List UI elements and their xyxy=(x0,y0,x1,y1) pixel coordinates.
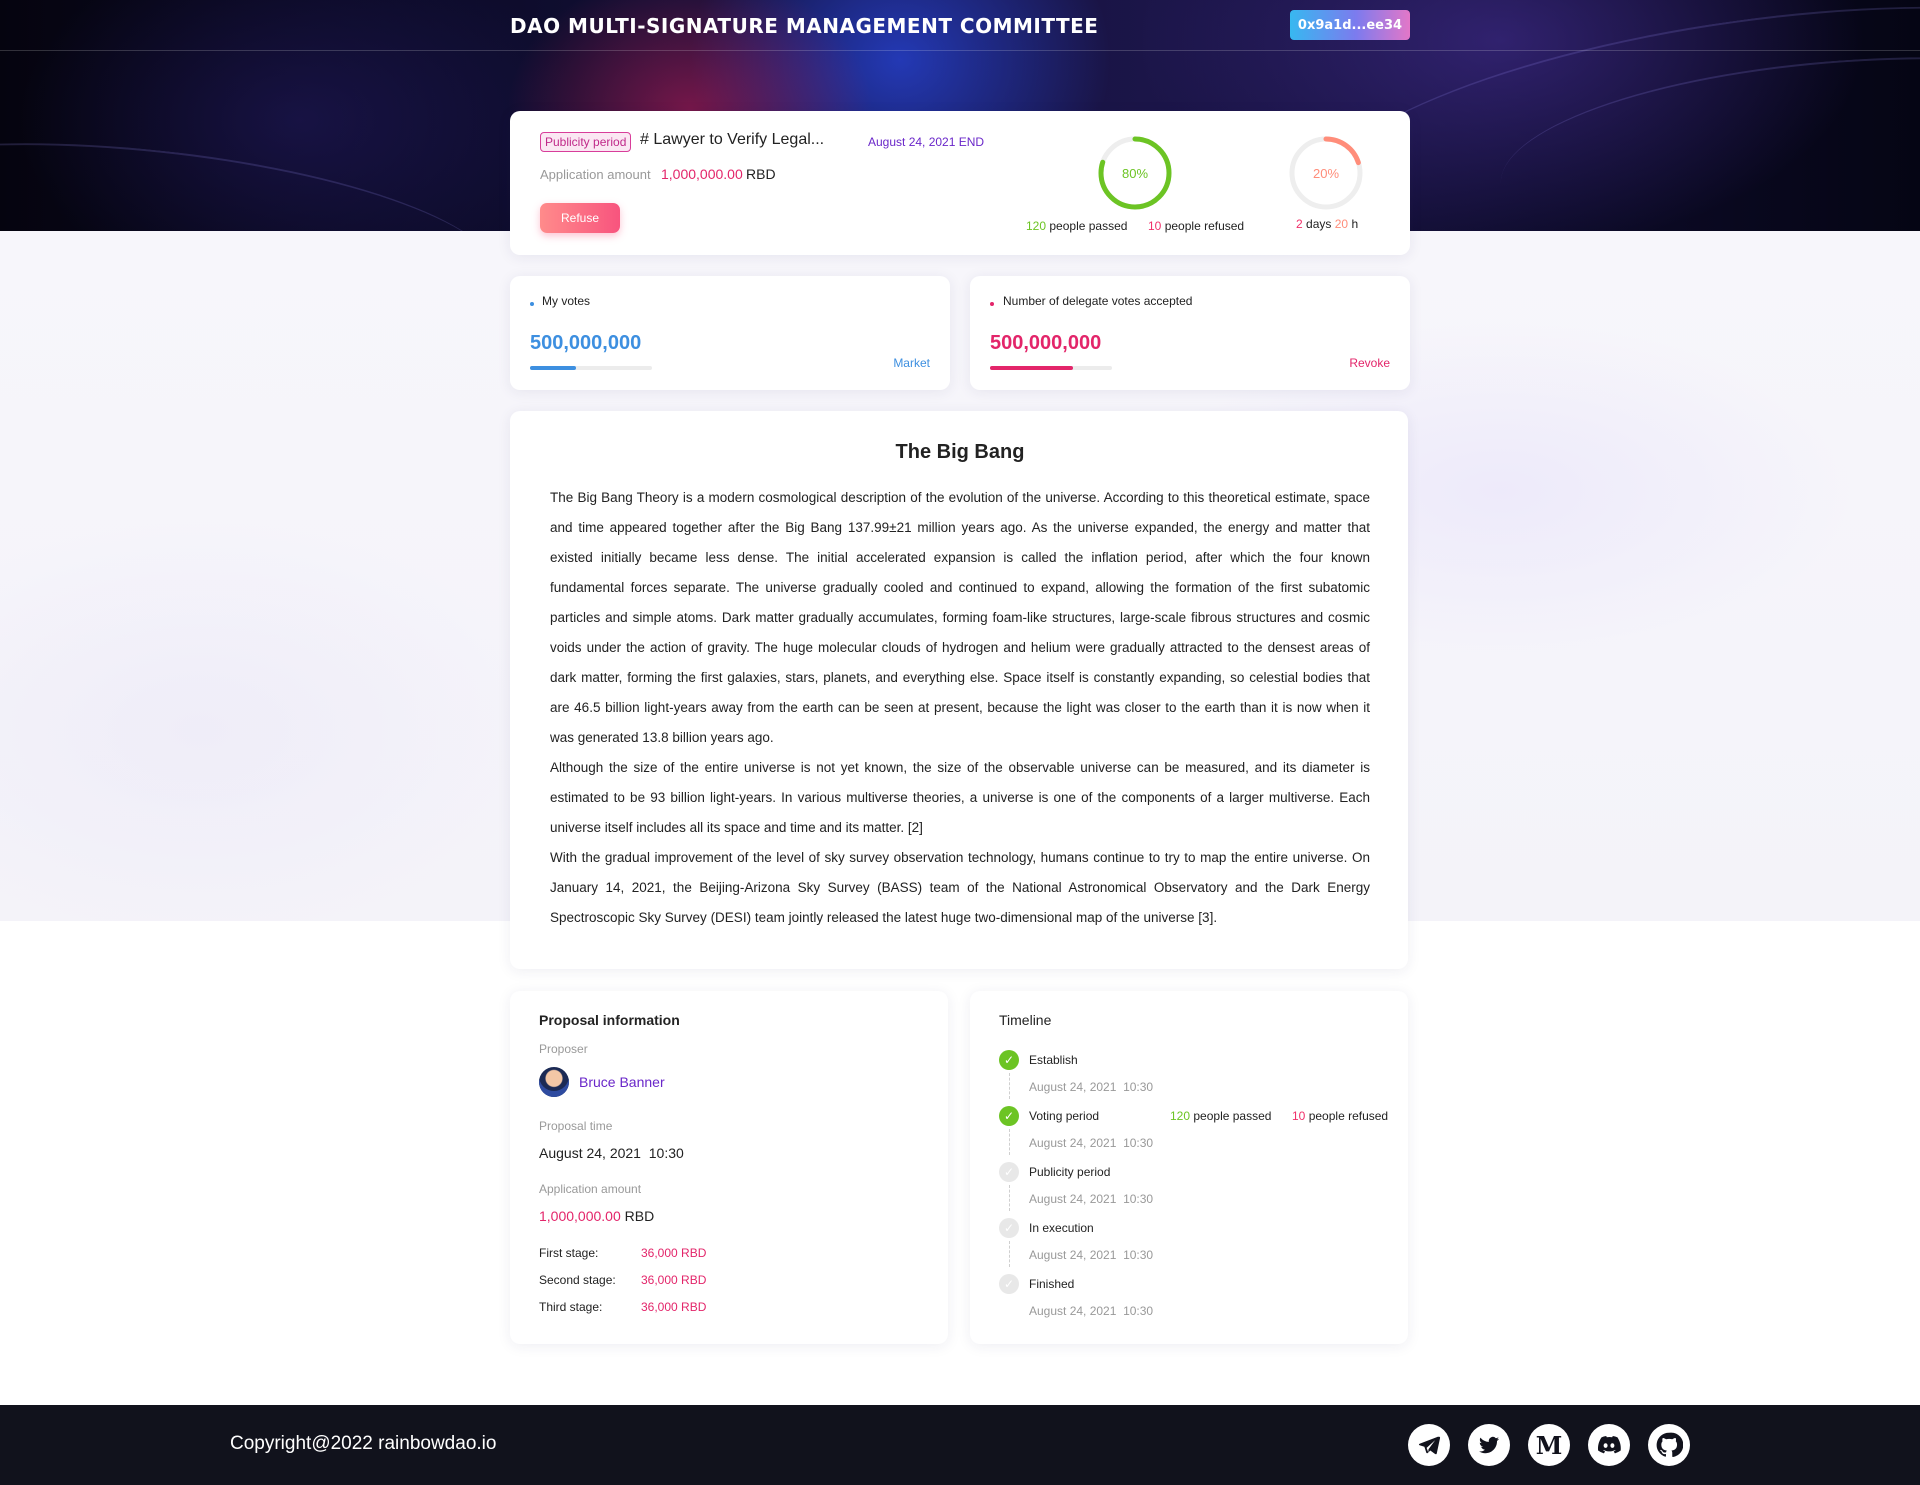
timeline-connector xyxy=(1009,1073,1010,1099)
proposal-title[interactable]: # Lawyer to Verify Legal... xyxy=(640,131,824,149)
check-icon: ✓ xyxy=(999,1274,1019,1294)
delegate-votes-card: Number of delegate votes accepted 500,00… xyxy=(970,276,1410,390)
copyright-text: Copyright@2022 rainbowdao.io xyxy=(230,1433,497,1454)
stage-label: Second stage: xyxy=(539,1273,616,1287)
my-votes-card: My votes 500,000,000 Market xyxy=(510,276,950,390)
article-paragraph: The Big Bang Theory is a modern cosmolog… xyxy=(550,490,1370,745)
delegate-votes-progress xyxy=(990,366,1112,370)
proposal-info-title: Proposal information xyxy=(539,1012,680,1028)
stage-label: Third stage: xyxy=(539,1300,603,1314)
my-votes-progress-fill xyxy=(530,366,577,370)
delegate-votes-label: Number of delegate votes accepted xyxy=(1003,294,1193,308)
timeline-step: In execution xyxy=(1029,1221,1094,1235)
medium-icon[interactable]: M xyxy=(1528,1424,1570,1466)
github-icon[interactable] xyxy=(1648,1424,1690,1466)
my-votes-label: My votes xyxy=(542,294,591,308)
bullet-icon xyxy=(990,302,994,306)
telegram-icon[interactable] xyxy=(1408,1424,1450,1466)
article-paragraph: Although the size of the entire universe… xyxy=(550,760,1370,835)
wallet-address-button[interactable]: 0x9a1d...ee34 xyxy=(1290,10,1410,40)
revoke-link[interactable]: Revoke xyxy=(1349,356,1390,370)
timeline-title: Timeline xyxy=(999,1012,1052,1028)
timeline-time: August 24, 2021 10:30 xyxy=(1029,1192,1154,1206)
article-card: The Big Bang The Big Bang Theory is a mo… xyxy=(510,411,1408,969)
article-paragraph: With the gradual improvement of the leve… xyxy=(550,850,1370,925)
status-badge: Publicity period xyxy=(540,132,632,152)
proposal-time-value: August 24, 2021 10:30 xyxy=(539,1145,684,1161)
article-body: The Big Bang Theory is a modern cosmolog… xyxy=(550,483,1370,933)
timeline-step: Finished xyxy=(1029,1277,1075,1291)
site-title: DAO MULTI-SIGNATURE MANAGEMENT COMMITTEE xyxy=(510,14,1099,38)
twitter-icon[interactable] xyxy=(1468,1424,1510,1466)
check-icon: ✓ xyxy=(999,1162,1019,1182)
application-amount-value: 1,000,000.00 RBD xyxy=(539,1208,655,1224)
time-remaining-label: 20% xyxy=(1312,166,1340,181)
proposer-label: Proposer xyxy=(539,1042,588,1056)
timeline-step: Publicity period xyxy=(1029,1165,1111,1179)
timeline-card: Timeline ✓ Establish August 24, 2021 10:… xyxy=(970,991,1408,1344)
article-title: The Big Bang xyxy=(895,441,1025,463)
stage-label: First stage: xyxy=(539,1246,599,1260)
application-amount-value: 1,000,000.00 xyxy=(661,166,743,182)
end-date: August 24, 2021 END xyxy=(868,135,985,149)
proposal-info-card: Proposal information Proposer Bruce Bann… xyxy=(510,991,948,1344)
avatar xyxy=(539,1067,569,1097)
timeline-refused-count: 10 people refused xyxy=(1292,1109,1389,1123)
timeline-passed-count: 120 people passed xyxy=(1170,1109,1272,1123)
application-amount-label: Application amount xyxy=(539,1182,642,1196)
timeline-connector xyxy=(1009,1241,1010,1267)
proposer-name[interactable]: Bruce Banner xyxy=(579,1074,665,1090)
market-link[interactable]: Market xyxy=(893,356,930,370)
timeline-connector xyxy=(1009,1185,1010,1211)
delegate-votes-value: 500,000,000 xyxy=(990,332,1102,354)
check-icon: ✓ xyxy=(999,1050,1019,1070)
check-icon: ✓ xyxy=(999,1106,1019,1126)
discord-icon[interactable] xyxy=(1588,1424,1630,1466)
proposal-summary-card: Publicity period # Lawyer to Verify Lega… xyxy=(510,111,1410,255)
bullet-icon xyxy=(530,302,534,306)
timeline-connector xyxy=(1009,1129,1010,1155)
timeline-time: August 24, 2021 10:30 xyxy=(1029,1080,1154,1094)
check-icon: ✓ xyxy=(999,1218,1019,1238)
stage-value: 36,000 RBD xyxy=(641,1300,707,1314)
timeline-time: August 24, 2021 10:30 xyxy=(1029,1304,1154,1318)
application-amount-label: Application amount xyxy=(540,167,651,182)
my-votes-value: 500,000,000 xyxy=(530,332,642,354)
delegate-votes-progress-fill xyxy=(990,366,1073,370)
pass-rate-label: 80% xyxy=(1121,166,1149,181)
my-votes-progress xyxy=(530,366,652,370)
stage-value: 36,000 RBD xyxy=(641,1273,707,1287)
timeline-time: August 24, 2021 10:30 xyxy=(1029,1136,1154,1150)
time-remaining-text: 2 days 20 h xyxy=(1296,217,1359,231)
stage-value: 36,000 RBD xyxy=(641,1246,707,1260)
timeline-step: Voting period xyxy=(1029,1109,1100,1123)
application-amount-unit: RBD xyxy=(746,166,776,182)
footer: Copyright@2022 rainbowdao.io M xyxy=(0,1405,1920,1485)
timeline-time: August 24, 2021 10:30 xyxy=(1029,1248,1154,1262)
header-divider xyxy=(0,50,1920,51)
proposal-time-label: Proposal time xyxy=(539,1119,613,1133)
refused-count: 10 people refused xyxy=(1148,219,1245,233)
refuse-button[interactable]: Refuse xyxy=(540,203,620,233)
passed-count: 120 people passed xyxy=(1026,219,1128,233)
timeline-step: Establish xyxy=(1029,1053,1078,1067)
